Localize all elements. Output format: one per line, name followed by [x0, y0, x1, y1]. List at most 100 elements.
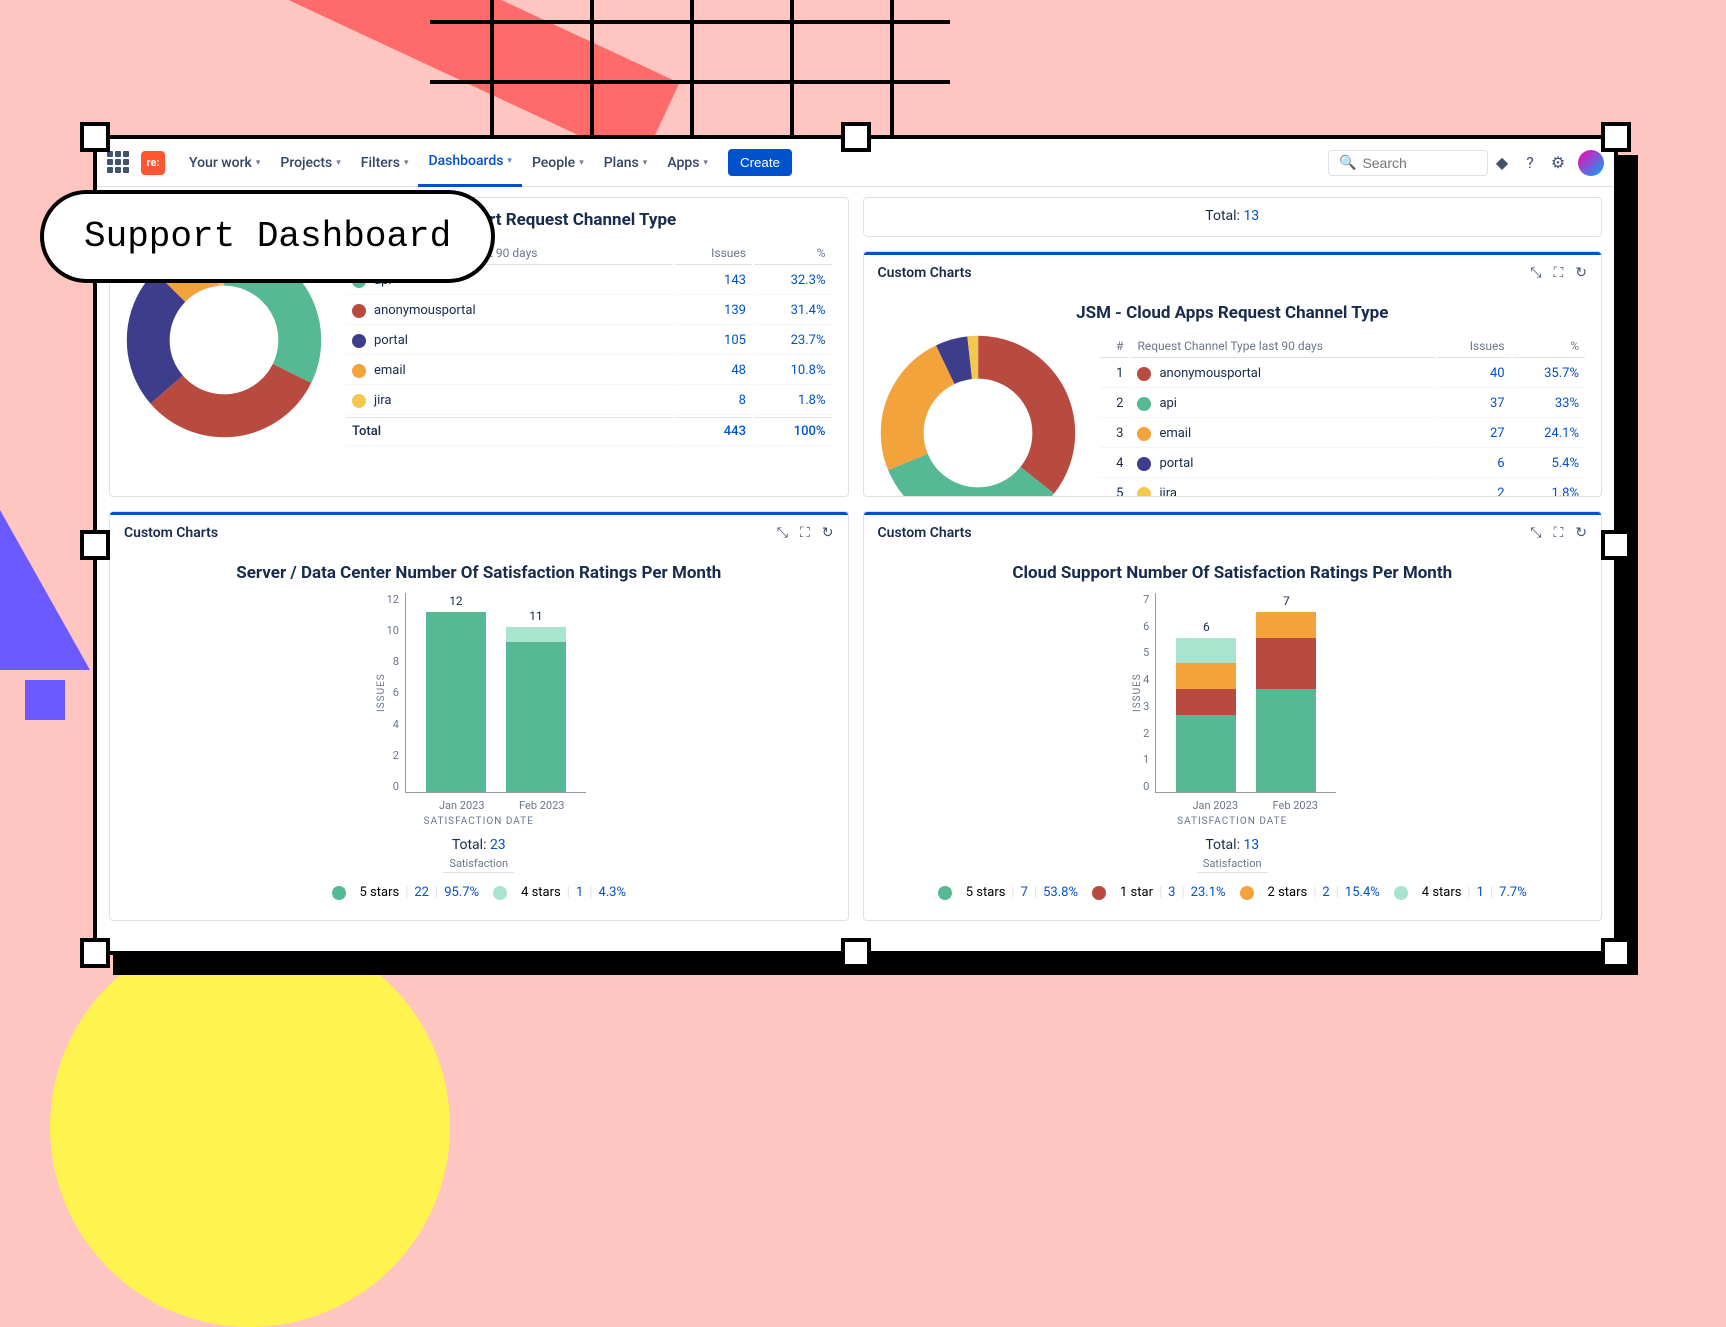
card-section-title: Custom Charts — [124, 525, 218, 541]
minimize-icon[interactable]: ⤡ — [1530, 525, 1541, 541]
table-row[interactable]: anonymousportal13931.4% — [346, 297, 832, 325]
bar-total-label: 12 — [449, 594, 463, 608]
card-cloud-bar: Custom Charts ⤡ ⛶ ↻ Cloud Support Number… — [863, 511, 1603, 921]
fullscreen-icon[interactable]: ⛶ — [800, 525, 810, 541]
chart-sublabel: Satisfaction — [443, 855, 514, 873]
table-row[interactable]: 3email2724.1% — [1100, 420, 1586, 448]
card-section-title: Custom Charts — [878, 265, 972, 281]
table-row[interactable]: 5jira21.8% — [1100, 480, 1586, 497]
decor-grid — [430, 0, 950, 140]
bar-total-label: 11 — [529, 609, 543, 623]
total-value[interactable]: 13 — [1243, 208, 1259, 224]
legend-item[interactable]: 5 stars|22|95.7% — [332, 885, 480, 900]
legend-item[interactable]: 4 stars|1|4.3% — [493, 885, 626, 900]
decor-yellow-circle — [50, 927, 450, 1327]
table-row[interactable]: email4810.8% — [346, 357, 832, 385]
bar-segment — [426, 612, 486, 792]
chevron-down-icon: ▾ — [256, 158, 261, 168]
col-header: Issues — [675, 242, 752, 265]
legend-item[interactable]: 4 stars|1|7.7% — [1394, 885, 1527, 900]
app-switcher-icon[interactable] — [107, 151, 131, 175]
refresh-icon[interactable]: ↻ — [822, 525, 834, 541]
bar-segment — [1256, 638, 1316, 689]
col-header: Request Channel Type last 90 days — [1131, 335, 1436, 358]
nav-apps[interactable]: Apps ▾ — [657, 139, 718, 187]
resize-handle[interactable] — [841, 938, 871, 968]
resize-handle[interactable] — [1601, 122, 1631, 152]
table-total-row: Total443100% — [346, 417, 832, 446]
refresh-icon[interactable]: ↻ — [1575, 265, 1587, 281]
color-swatch — [1240, 886, 1254, 900]
chevron-down-icon: ▾ — [404, 158, 409, 168]
resize-handle[interactable] — [80, 530, 110, 560]
table-row[interactable]: 2api3733% — [1100, 390, 1586, 418]
card-section-title: Custom Charts — [878, 525, 972, 541]
bar-segment — [506, 642, 566, 792]
app-logo[interactable]: re: — [141, 151, 165, 175]
col-header: % — [754, 242, 832, 265]
nav-filters[interactable]: Filters ▾ — [351, 139, 419, 187]
table-row[interactable]: 1anonymousportal4035.7% — [1100, 360, 1586, 388]
resize-handle[interactable] — [1601, 530, 1631, 560]
nav-people[interactable]: People ▾ — [522, 139, 594, 187]
search-field[interactable] — [1362, 155, 1477, 171]
chevron-down-icon: ▾ — [703, 158, 708, 168]
chart-title: Cloud Support Number Of Satisfaction Rat… — [878, 563, 1588, 583]
notifications-icon[interactable]: ◆ — [1488, 149, 1516, 177]
avatar[interactable] — [1578, 150, 1604, 176]
nav-dashboards[interactable]: Dashboards ▾ — [418, 139, 521, 187]
page-label-pill: Support Dashboard — [40, 190, 495, 283]
bar-total-label: 7 — [1283, 594, 1290, 608]
fullscreen-icon[interactable]: ⛶ — [1553, 525, 1563, 541]
y-axis-label: ISSUES — [372, 593, 387, 793]
chevron-down-icon: ▾ — [579, 158, 584, 168]
card-cloud-donut: Custom Charts ⤡ ⛶ ↻ JSM - Cloud Apps Req… — [863, 251, 1603, 497]
chart-total: Total: 23 — [452, 837, 506, 853]
color-swatch — [1137, 457, 1151, 471]
x-axis-label: SATISFACTION DATE — [1177, 816, 1287, 827]
resize-handle[interactable] — [80, 122, 110, 152]
bar-segment — [1176, 663, 1236, 689]
y-axis: 76543210 — [1143, 593, 1155, 793]
table-row[interactable]: portal10523.7% — [346, 327, 832, 355]
legend-item[interactable]: 5 stars|7|53.8% — [938, 885, 1078, 900]
minimize-icon[interactable]: ⤡ — [777, 525, 788, 541]
nav-your-work[interactable]: Your work ▾ — [179, 139, 270, 187]
plot-area: 12 11 — [405, 593, 586, 793]
color-swatch — [493, 886, 507, 900]
chevron-down-icon: ▾ — [643, 158, 648, 168]
col-header: Issues — [1438, 335, 1510, 358]
fullscreen-icon[interactable]: ⛶ — [1553, 265, 1563, 281]
color-swatch — [332, 886, 346, 900]
bar-segment — [1176, 638, 1236, 664]
bar[interactable] — [506, 627, 566, 792]
nav-projects[interactable]: Projects ▾ — [270, 139, 350, 187]
resize-handle[interactable] — [841, 122, 871, 152]
nav-plans[interactable]: Plans ▾ — [594, 139, 658, 187]
legend-item[interactable]: 1 star|3|23.1% — [1092, 885, 1226, 900]
x-axis-label: SATISFACTION DATE — [424, 816, 534, 827]
search-input[interactable]: 🔍 — [1328, 150, 1488, 176]
table-row[interactable]: jira81.8% — [346, 387, 832, 415]
bar[interactable] — [1256, 612, 1316, 792]
create-button[interactable]: Create — [728, 149, 792, 176]
resize-handle[interactable] — [1601, 938, 1631, 968]
y-axis-label: ISSUES — [1128, 593, 1143, 793]
plot-area: 67 — [1155, 593, 1336, 793]
color-swatch — [1394, 886, 1408, 900]
y-axis: 121086420 — [387, 593, 405, 793]
card-server-bar: Custom Charts ⤡ ⛶ ↻ Server / Data Center… — [109, 511, 849, 921]
color-swatch — [352, 394, 366, 408]
resize-handle[interactable] — [80, 938, 110, 968]
bar-segment — [1176, 689, 1236, 715]
bar[interactable] — [426, 612, 486, 792]
bar[interactable] — [1176, 638, 1236, 792]
bar-column: 7 — [1256, 594, 1316, 792]
settings-icon[interactable]: ⚙ — [1544, 149, 1572, 177]
table-row[interactable]: 4portal65.4% — [1100, 450, 1586, 478]
x-axis: Jan 2023Feb 2023 — [1139, 799, 1325, 812]
refresh-icon[interactable]: ↻ — [1575, 525, 1587, 541]
help-icon[interactable]: ? — [1516, 149, 1544, 177]
legend-item[interactable]: 2 stars|2|15.4% — [1240, 885, 1380, 900]
minimize-icon[interactable]: ⤡ — [1530, 265, 1541, 281]
